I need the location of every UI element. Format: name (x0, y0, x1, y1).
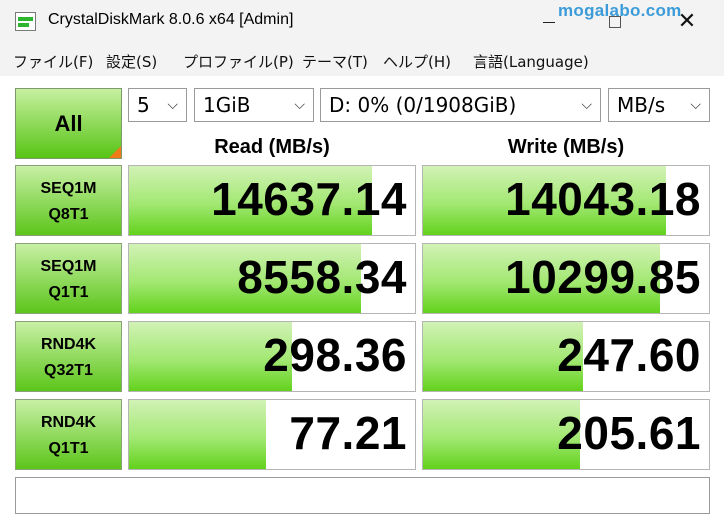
comment-field[interactable] (15, 477, 710, 514)
score-bar (129, 400, 267, 469)
write-value: 10299.85 (505, 251, 701, 303)
write-value: 247.60 (557, 329, 701, 381)
menu-bar: ファイル(F) 設定(S) プロファイル(P) テーマ(T) ヘルプ(H) 言語… (0, 46, 724, 74)
test-params: Q8T1 (48, 206, 89, 223)
write-value: 14043.18 (505, 173, 701, 225)
read-value: 14637.14 (211, 173, 407, 225)
read-value: 77.21 (289, 407, 407, 459)
all-button-label: All (54, 111, 83, 136)
menu-language[interactable]: 言語(Language) (473, 51, 589, 72)
menu-file[interactable]: ファイル(F) (13, 51, 93, 72)
drive-select[interactable]: D: 0% (0/1908GiB) ⌵ (320, 88, 601, 122)
title-bar: CrystalDiskMark 8.0.6 x64 [Admin] mogala… (0, 0, 724, 44)
write-result-cell: 14043.18 (422, 165, 710, 236)
read-column-header: Read (MB/s) (214, 136, 330, 158)
window-title: CrystalDiskMark 8.0.6 x64 [Admin] (48, 11, 294, 28)
test-button-rnd4k-q1t1[interactable]: RND4K Q1T1 (15, 399, 122, 470)
read-value: 8558.34 (237, 251, 407, 303)
size-select[interactable]: 1GiB ⌵ (194, 88, 314, 122)
count-select[interactable]: 5 ⌵ (128, 88, 187, 122)
read-result-cell: 14637.14 (128, 165, 416, 236)
test-params: Q1T1 (48, 440, 89, 457)
read-result-cell: 298.36 (128, 321, 416, 392)
count-value: 5 (137, 93, 150, 117)
menu-help[interactable]: ヘルプ(H) (383, 51, 451, 72)
test-button-rnd4k-q32t1[interactable]: RND4K Q32T1 (15, 321, 122, 392)
all-button[interactable]: All (15, 88, 122, 159)
maximize-icon (609, 16, 621, 28)
unit-select[interactable]: MB/s ⌵ (608, 88, 710, 122)
unit-value: MB/s (617, 93, 666, 117)
menu-settings[interactable]: 設定(S) (106, 51, 157, 72)
read-result-cell: 77.21 (128, 399, 416, 470)
test-name: SEQ1M (40, 180, 97, 197)
chevron-down-icon: ⌵ (294, 97, 305, 113)
chevron-down-icon: ⌵ (581, 97, 592, 113)
drive-value: D: 0% (0/1908GiB) (329, 93, 517, 117)
test-params: Q32T1 (44, 362, 93, 379)
test-name: SEQ1M (40, 258, 97, 275)
test-name: RND4K (40, 414, 97, 431)
write-result-cell: 205.61 (422, 399, 710, 470)
maximize-button[interactable] (592, 0, 638, 44)
close-icon: ✕ (677, 9, 697, 34)
write-column-header: Write (MB/s) (507, 136, 625, 158)
write-value: 205.61 (557, 407, 701, 459)
read-result-cell: 8558.34 (128, 243, 416, 314)
close-button[interactable]: ✕ (664, 0, 710, 44)
write-result-cell: 10299.85 (422, 243, 710, 314)
test-button-seq1m-q1t1[interactable]: SEQ1M Q1T1 (15, 243, 122, 314)
chevron-down-icon: ⌵ (167, 97, 178, 113)
app-icon (15, 12, 36, 31)
test-name: RND4K (40, 336, 97, 353)
test-params: Q1T1 (48, 284, 89, 301)
read-value: 298.36 (263, 329, 407, 381)
minimize-button[interactable] (526, 0, 572, 44)
chevron-down-icon: ⌵ (690, 97, 701, 113)
write-result-cell: 247.60 (422, 321, 710, 392)
minimize-icon (543, 22, 555, 23)
corner-marker-icon (109, 146, 121, 158)
test-button-seq1m-q8t1[interactable]: SEQ1M Q8T1 (15, 165, 122, 236)
size-value: 1GiB (203, 93, 251, 117)
menu-profile[interactable]: プロファイル(P) (183, 51, 294, 72)
menu-theme[interactable]: テーマ(T) (302, 51, 368, 72)
